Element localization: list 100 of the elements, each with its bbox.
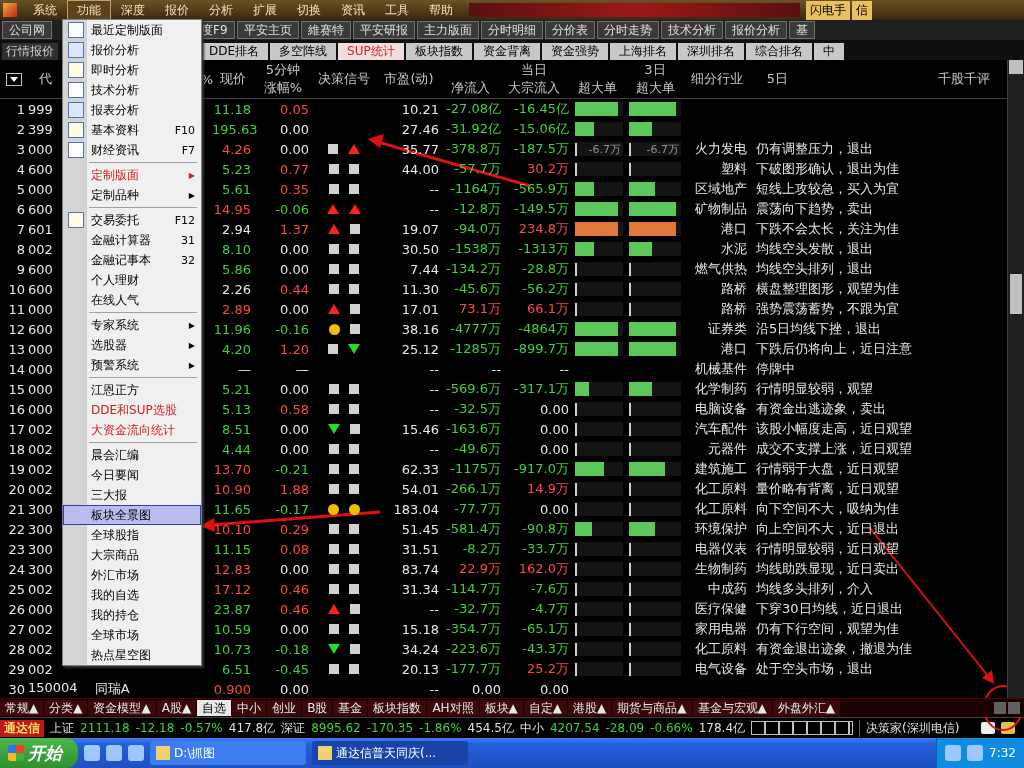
toolbar-button[interactable]: 維赛特 — [300, 21, 351, 39]
menu-item[interactable]: 大资金流向统计 — [63, 420, 201, 440]
tab[interactable]: 资金背离 — [473, 43, 540, 60]
menu-item[interactable]: 江恩正方 — [63, 380, 201, 400]
column-header[interactable]: 超大单 — [635, 79, 675, 97]
tab[interactable]: 上海排名 — [609, 43, 676, 60]
menu-item[interactable]: 报表分析 — [63, 100, 201, 120]
menu-item[interactable]: 全球股指 — [63, 525, 201, 545]
toolbar-button[interactable]: 公司网 — [2, 21, 52, 39]
toolbar-button[interactable]: 基 — [788, 21, 815, 39]
taskbar-window-button[interactable]: D:\抓图 — [150, 741, 306, 765]
taskbar-window-button[interactable]: 通达信普天同庆(... — [312, 741, 468, 765]
column-header[interactable]: 超大单 — [578, 79, 617, 97]
tab[interactable]: 外盘外汇▲ — [772, 700, 840, 716]
toolbar-button[interactable]: 分价表 — [544, 21, 595, 39]
tab[interactable]: 基金与宏观▲ — [692, 700, 772, 716]
column-header[interactable]: 细分行业 — [691, 70, 743, 88]
menu-item[interactable]: 功能 — [67, 0, 111, 21]
tab[interactable]: 深圳排名 — [677, 43, 744, 60]
toolbar-button[interactable]: 主力版面 — [416, 21, 479, 39]
tab[interactable]: 常规▲ — [0, 700, 44, 716]
dropdown-button[interactable] — [6, 72, 22, 86]
menu-item[interactable]: 技术分析 — [63, 80, 201, 100]
tab[interactable]: 分类▲ — [44, 700, 88, 716]
tab[interactable]: 港股▲ — [568, 700, 612, 716]
tab[interactable]: 基金 — [333, 700, 368, 716]
scrollbar[interactable] — [1007, 60, 1024, 698]
menu-item[interactable]: 金融计算器 31 — [63, 230, 201, 250]
column-header[interactable]: 净流入 — [451, 79, 490, 97]
toolbar-button[interactable]: 技术分析 — [660, 21, 723, 39]
column-header[interactable]: 决策信号 — [318, 70, 370, 88]
tab[interactable]: 多空阵线 — [270, 43, 337, 60]
menu-item[interactable]: 大宗商品 — [63, 545, 201, 565]
menu-item[interactable]: 分析 — [199, 0, 243, 21]
menu-item[interactable]: 报价 — [155, 0, 199, 21]
tab[interactable]: 中小 — [232, 700, 267, 716]
tab[interactable]: 板块指数 — [368, 700, 427, 716]
tab[interactable]: DDE排名 — [200, 43, 269, 60]
tab[interactable]: 综合排名 — [745, 43, 812, 60]
menu-item[interactable]: 我的持仓 — [63, 605, 201, 625]
column-header[interactable]: 大宗流入 — [508, 79, 560, 97]
menu-item[interactable]: 即时分析 — [63, 60, 201, 80]
menu-item[interactable]: 报价分析 — [63, 40, 201, 60]
menu-item[interactable]: 系统 — [23, 0, 67, 21]
toolbar-button[interactable]: 闪电手 — [806, 0, 850, 20]
toolbar-button[interactable]: 分时明细 — [480, 21, 543, 39]
menu-item[interactable]: 财经资讯 F7 — [63, 140, 201, 160]
tab[interactable]: 期货与商品▲ — [612, 700, 692, 716]
menu-item[interactable]: 板块全景图 — [63, 505, 201, 525]
menu-item[interactable]: 工具 — [375, 0, 419, 21]
tab[interactable]: 自选 — [197, 700, 232, 716]
menu-item[interactable]: 外汇市场 — [63, 565, 201, 585]
tab[interactable]: 板块▲ — [479, 700, 523, 716]
tab[interactable]: 中 — [813, 43, 844, 60]
menu-item[interactable]: 定制版面 ▶ — [63, 165, 201, 185]
price-cell-text: 14.95 — [212, 201, 252, 217]
tab[interactable]: 资金模型▲ — [88, 700, 156, 716]
column-header[interactable]: 5分钟 — [265, 61, 301, 79]
menu-item[interactable]: 选股器 ▶ — [63, 335, 201, 355]
menu-item[interactable]: DDE和SUP选股 — [63, 400, 201, 420]
toolbar-button[interactable]: 分时走势 — [596, 21, 659, 39]
menu-item[interactable]: 交易委托 F12 — [63, 210, 201, 230]
menu-item[interactable]: 热点星空图 — [63, 645, 201, 665]
menu-item[interactable]: 基本资料 F10 — [63, 120, 201, 140]
tab[interactable]: 自定▲ — [523, 700, 568, 716]
menu-item[interactable]: 在线人气 — [63, 290, 201, 310]
menu-item[interactable]: 切换 — [287, 0, 331, 21]
menu-item[interactable]: 预警系统 ▶ — [63, 355, 201, 375]
menu-item[interactable]: 帮助 — [419, 0, 463, 21]
tab[interactable]: A股▲ — [156, 700, 197, 716]
menu-item[interactable]: 定制品种 ▶ — [63, 185, 201, 205]
tab[interactable]: 创业 — [267, 700, 302, 716]
tab[interactable]: B股 — [302, 700, 333, 716]
tab[interactable]: 行情报价 — [2, 43, 58, 60]
menu-item[interactable]: 资讯 — [331, 0, 375, 21]
menu-item[interactable]: 个人理财 — [63, 270, 201, 290]
tab[interactable]: 资金强势 — [541, 43, 608, 60]
toolbar-button[interactable]: 平安主页 — [236, 21, 299, 39]
menu-item[interactable]: 深度 — [111, 0, 155, 21]
menu-item[interactable]: 扩展 — [243, 0, 287, 21]
menu-item[interactable]: 三大报 — [63, 485, 201, 505]
menu-item[interactable]: 专家系统 ▶ — [63, 315, 201, 335]
column-header[interactable]: 5日 — [766, 70, 789, 88]
toolbar-button[interactable]: 报价分析 — [724, 21, 787, 39]
column-header[interactable]: 涨幅% — [263, 79, 303, 97]
tab[interactable]: SUP统计 — [338, 43, 404, 60]
toolbar-button[interactable]: 平安研报 — [352, 21, 415, 39]
menu-item[interactable]: 金融记事本 32 — [63, 250, 201, 270]
column-header[interactable]: 现价 — [220, 70, 246, 88]
tab[interactable]: 板块指数 — [405, 43, 472, 60]
column-header[interactable]: % — [200, 71, 214, 87]
column-header[interactable]: 千股千评 — [938, 70, 991, 88]
menu-item[interactable]: 晨会汇编 — [63, 445, 201, 465]
toolbar-button[interactable]: 信 — [852, 0, 872, 20]
menu-item[interactable]: 今日要闻 — [63, 465, 201, 485]
column-header[interactable]: 市盈(动) — [384, 70, 434, 88]
menu-item[interactable]: 全球市场 — [63, 625, 201, 645]
column-header[interactable]: 代 — [38, 70, 52, 88]
menu-item[interactable]: 我的自选 — [63, 585, 201, 605]
tab[interactable]: AH对照 — [427, 700, 479, 716]
